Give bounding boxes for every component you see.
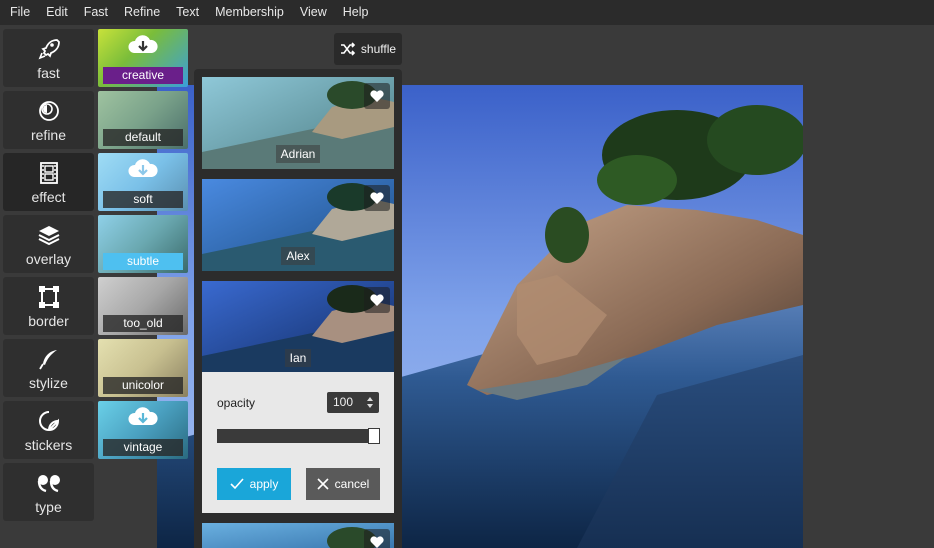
tool-fast[interactable]: fast [3,29,94,87]
effect-options: opacity 100 apply cancel [202,372,394,513]
menu-view[interactable]: View [292,0,335,25]
cancel-label: cancel [334,477,370,491]
tool-stickers[interactable]: stickers [3,401,94,459]
tool-type[interactable]: type [3,463,94,521]
shuffle-icon [340,42,356,56]
category-label: default [103,129,183,146]
category-soft[interactable]: soft [98,153,188,211]
category-unicolor[interactable]: unicolor [98,339,188,397]
tool-label: refine [30,126,67,143]
category-creative[interactable]: creative [98,29,188,87]
effect-thumbnail-adrian[interactable]: Adrian [202,77,394,169]
menu-fast[interactable]: Fast [76,0,116,25]
menu-help[interactable]: Help [335,0,377,25]
apply-label: apply [249,477,279,491]
menu-membership[interactable]: Membership [207,0,292,25]
rocket-icon [36,36,62,62]
cancel-button[interactable]: cancel [306,468,380,500]
category-label: vintage [103,439,183,456]
category-label: subtle [103,253,183,270]
checkmark-icon [230,478,244,490]
category-label: too_old [103,315,183,332]
effect-thumbnail-ian[interactable]: Ian [202,281,394,373]
menu-edit[interactable]: Edit [38,0,76,25]
opacity-label: opacity [217,396,256,410]
menu-refine[interactable]: Refine [116,0,168,25]
tool-label: fast [37,64,60,81]
border-icon [36,284,62,310]
stepper-arrows-icon[interactable] [366,395,374,410]
category-label: unicolor [103,377,183,394]
effect-name: Ian [284,349,312,367]
tool-label: stylize [29,374,68,391]
favorite-button[interactable] [364,83,390,109]
shuffle-button[interactable]: shuffle [334,33,402,65]
effect-name: Alex [281,247,315,265]
favorite-button[interactable] [364,529,390,548]
close-icon [317,478,329,490]
quote-icon [36,470,62,496]
app-window: File Edit Fast Refine Text Membership Vi… [0,0,934,548]
category-vintage[interactable]: vintage [98,401,188,459]
film-icon [36,160,62,186]
cloud-download-icon [128,407,158,425]
category-too-old[interactable]: too_old [98,277,188,335]
favorite-button[interactable] [364,287,390,313]
opacity-value: 100 [333,395,354,409]
effect-name: Adrian [275,145,321,163]
effect-category-list: creative default soft subtle too_old uni… [98,29,188,463]
heart-icon [370,294,384,306]
tool-overlay[interactable]: overlay [3,215,94,273]
menu-file[interactable]: File [2,0,38,25]
cloud-download-icon [128,35,158,53]
tool-label: overlay [25,250,72,267]
opacity-slider[interactable] [217,428,380,444]
effect-thumbnail[interactable] [202,523,394,548]
cloud-download-icon [128,159,158,177]
category-label: creative [103,67,183,84]
refine-icon [36,98,62,124]
opacity-stepper[interactable]: 100 [327,392,379,413]
feather-icon [36,346,62,372]
layers-icon [36,222,62,248]
heart-icon [370,192,384,204]
opacity-slider-handle[interactable] [368,428,380,444]
heart-icon [370,536,384,548]
category-subtle[interactable]: subtle [98,215,188,273]
tool-label: type [35,498,62,515]
heart-icon [370,90,384,102]
tool-border[interactable]: border [3,277,94,335]
effect-panel: Adrian Alex Ian opacity 100 apply cancel [194,69,402,548]
category-default[interactable]: default [98,91,188,149]
apply-button[interactable]: apply [217,468,291,500]
tool-effect[interactable]: effect [3,153,94,211]
tool-label: border [28,312,69,329]
sticker-icon [36,408,62,434]
tool-stylize[interactable]: stylize [3,339,94,397]
tool-label: stickers [24,436,73,453]
category-label: soft [103,191,183,208]
shuffle-label: shuffle [360,42,397,56]
menu-bar: File Edit Fast Refine Text Membership Vi… [0,0,934,25]
effect-thumbnail-alex[interactable]: Alex [202,179,394,271]
tool-refine[interactable]: refine [3,91,94,149]
favorite-button[interactable] [364,185,390,211]
tool-sidebar: fast refine effect overlay border styliz… [3,29,95,525]
menu-text[interactable]: Text [168,0,207,25]
tool-label: effect [31,188,66,205]
